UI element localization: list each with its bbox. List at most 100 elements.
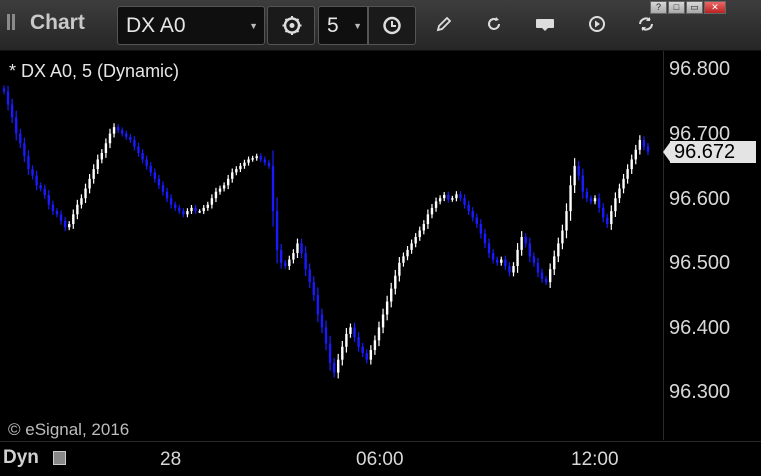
price-bar — [43, 184, 46, 199]
refresh-icon[interactable] — [484, 14, 504, 34]
drag-grip-icon[interactable] — [7, 14, 17, 30]
price-bar — [80, 194, 83, 209]
price-bar — [553, 250, 556, 276]
price-bar — [377, 321, 381, 347]
price-bar — [210, 194, 214, 209]
price-plot-area[interactable] — [0, 51, 663, 440]
dynamic-mode-label[interactable]: Dyn — [3, 447, 39, 469]
price-bar — [239, 162, 242, 173]
price-bar — [202, 204, 205, 215]
price-bar — [243, 159, 246, 169]
price-bar — [88, 173, 91, 194]
price-bar — [646, 143, 650, 156]
price-bar — [426, 209, 430, 229]
price-bar — [459, 191, 462, 202]
price-bar — [153, 168, 157, 183]
price-bar — [524, 233, 527, 248]
price-bar — [422, 220, 426, 235]
price-bar — [451, 195, 454, 202]
price-bar — [292, 249, 295, 264]
symbol-dropdown-icon[interactable]: ▼ — [249, 21, 258, 31]
price-bar — [341, 340, 344, 366]
symbol-input[interactable]: DX A0 ▼ — [117, 6, 265, 45]
price-bar — [585, 187, 589, 203]
price-bar — [606, 213, 609, 228]
price-bar — [218, 185, 222, 195]
last-price-label: 96.672 — [670, 140, 756, 163]
price-bar — [565, 203, 568, 239]
price-bar — [638, 135, 642, 155]
price-bar — [116, 124, 120, 134]
x-tick-label: 06:00 — [356, 449, 404, 470]
price-bar — [626, 164, 629, 184]
get-icon[interactable] — [535, 14, 555, 34]
price-bar — [259, 153, 262, 163]
play-icon[interactable] — [587, 14, 607, 34]
price-bar — [51, 200, 55, 215]
price-bar — [532, 252, 536, 267]
price-bar — [68, 221, 71, 231]
y-tick-label: 96.800 — [669, 58, 731, 80]
price-bar — [76, 199, 79, 220]
close-button[interactable]: ✕ — [704, 1, 726, 14]
price-bar — [324, 320, 328, 351]
price-bar — [275, 197, 279, 264]
price-bar — [569, 175, 572, 221]
price-bar — [288, 255, 291, 270]
symbol-value: DX A0 — [126, 14, 186, 37]
price-bar — [10, 98, 14, 124]
price-bar — [59, 210, 63, 225]
interval-input[interactable]: 5 ▼ — [318, 6, 368, 45]
sync-icon[interactable] — [636, 14, 656, 34]
price-bar — [520, 231, 523, 256]
price-bar — [443, 192, 446, 202]
chart-window: Chart DX A0 ▼ 5 ▼ ? □ ▭ ✕ * DX A0, 5 (Dy… — [0, 0, 761, 476]
interval-value: 5 — [327, 14, 339, 37]
price-bar — [589, 195, 593, 205]
price-bar — [267, 159, 271, 169]
price-bar — [235, 166, 238, 176]
time-axis[interactable]: Dyn 28 06:00 12:00 — [0, 441, 761, 476]
price-bar — [284, 259, 287, 269]
price-bar — [516, 243, 519, 273]
pencil-icon[interactable] — [434, 14, 454, 34]
price-bar — [47, 190, 51, 210]
price-bar — [557, 237, 560, 263]
interval-dropdown-icon[interactable]: ▼ — [353, 21, 362, 31]
price-bar — [39, 182, 42, 192]
price-bar — [308, 263, 311, 288]
lock-icon[interactable] — [53, 451, 66, 465]
price-bar — [361, 342, 364, 358]
price-bar — [500, 256, 503, 266]
price-bar — [100, 149, 104, 164]
price-bar — [597, 193, 601, 213]
price-bar — [365, 349, 368, 364]
price-bar — [577, 161, 580, 181]
price-axis[interactable]: 96.800 96.700 96.600 96.500 96.400 96.30… — [663, 51, 761, 440]
symbol-settings-button[interactable] — [267, 6, 315, 45]
price-bar — [463, 194, 466, 209]
price-bar — [178, 204, 181, 215]
price-bar — [194, 204, 197, 215]
help-button[interactable]: ? — [650, 1, 667, 14]
maximize-button[interactable]: ▭ — [686, 1, 703, 14]
price-bar — [198, 209, 201, 214]
interval-settings-button[interactable] — [368, 6, 416, 45]
restore-button[interactable]: □ — [668, 1, 685, 14]
price-bar — [642, 136, 646, 151]
price-bar — [141, 149, 144, 164]
price-bar — [206, 201, 209, 211]
price-bar — [137, 142, 140, 157]
price-bar — [31, 165, 34, 180]
price-bar — [618, 183, 621, 204]
price-bar — [165, 187, 169, 203]
price-bar — [222, 182, 226, 192]
price-bar — [279, 244, 283, 269]
price-bar — [540, 268, 544, 283]
price-bar — [15, 110, 18, 141]
price-bar — [414, 233, 417, 248]
price-bar — [92, 164, 95, 184]
price-bar — [581, 168, 584, 199]
price-bar — [129, 133, 132, 143]
price-bar — [373, 335, 377, 355]
